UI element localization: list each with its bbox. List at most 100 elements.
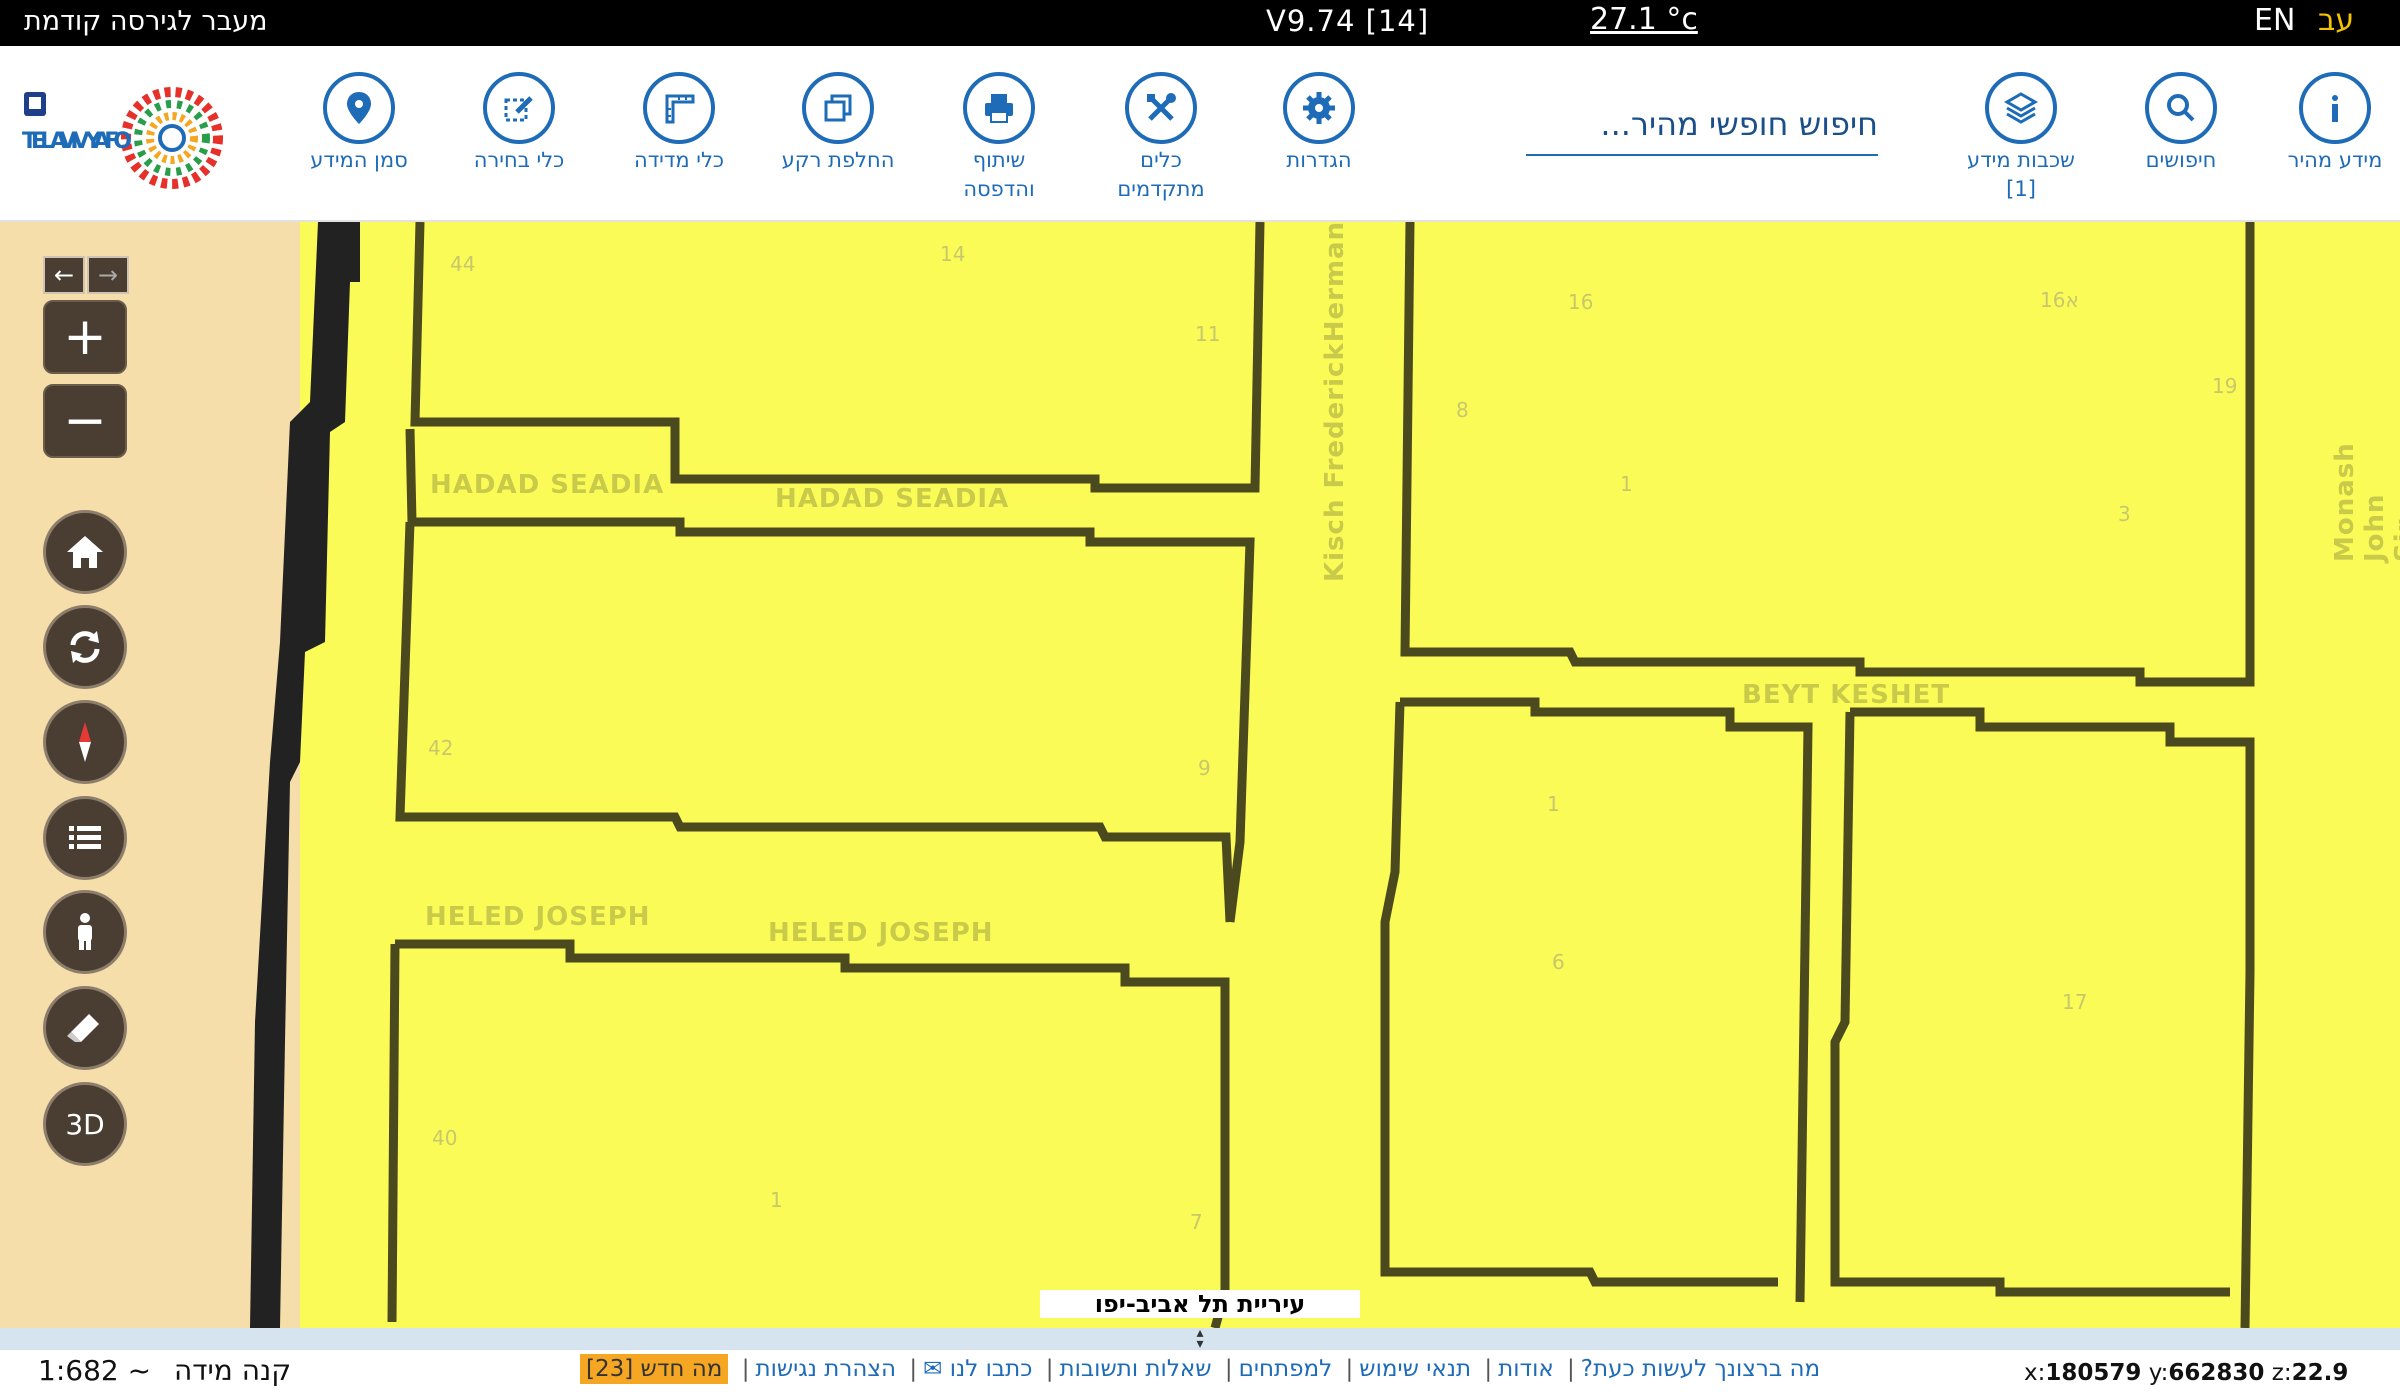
street-label: HADAD SEADIA [430, 470, 665, 500]
street-label: BEYT KESHET [1742, 680, 1951, 710]
quick-info-button[interactable]: מידע מהיר [2260, 72, 2400, 175]
ruler-icon [643, 72, 715, 144]
info-marker-button[interactable]: סמן המידע [284, 72, 434, 175]
coordinates-readout: x:180579 y:662830 z:22.9 [2024, 1360, 2348, 1386]
refresh-button[interactable] [43, 605, 127, 689]
printer-icon [963, 72, 1035, 144]
select-edit-icon [483, 72, 555, 144]
z-label: z: [2271, 1360, 2292, 1386]
selection-tools-button[interactable]: כלי בחירה [444, 72, 594, 175]
street-label: HELED JOSEPH [425, 902, 651, 932]
legend-button[interactable] [43, 796, 127, 880]
temperature-link[interactable]: 27.1 °c [1590, 2, 1698, 37]
parcel-number: 19 [2212, 374, 2238, 398]
refresh-icon [70, 631, 100, 663]
home-icon [67, 536, 103, 568]
city-label: עיריית תל אביב-יפו [1040, 1290, 1360, 1318]
quick-search[interactable] [1526, 96, 1878, 156]
quick-search-input[interactable] [1526, 96, 1878, 152]
parcel-number: 6 [1552, 950, 1565, 974]
language-english[interactable]: EN [2254, 3, 2295, 38]
parcel-number: 42 [428, 736, 454, 760]
developers-link[interactable]: למפתחים [1239, 1356, 1333, 1382]
parcel-number: 9 [1198, 756, 1211, 780]
map-canvas[interactable]: HADAD SEADIA HADAD SEADIA HELED JOSEPH H… [0, 222, 2400, 1328]
zoom-out-button[interactable]: − [43, 384, 127, 458]
about-link[interactable]: אודות [1498, 1356, 1554, 1382]
municipality-emblem-icon [24, 92, 46, 116]
street-label: Monash John Sir [2330, 442, 2400, 562]
parcel-number: 44 [450, 252, 476, 276]
footer-resize-strip[interactable]: ▴ ▾ [0, 1326, 2400, 1351]
forward-arrow-icon[interactable]: → [87, 256, 129, 294]
parcel-number: 16 [1568, 290, 1594, 314]
svg-text:TEL AVIV YAFO: TEL AVIV YAFO [22, 129, 132, 154]
advanced-tools-button[interactable]: כלים מתקדמים [1086, 72, 1236, 204]
history-arrows: ← → [43, 256, 131, 296]
person-icon [78, 913, 92, 950]
contact-link[interactable]: כתבו לנו ✉ [923, 1356, 1032, 1382]
share-print-button[interactable]: שיתוף והדפסה [924, 72, 1074, 204]
parcel-number: 1 [770, 1188, 783, 1212]
version-label: V9.74 [14] [1266, 4, 1430, 38]
tools-icon [1125, 72, 1197, 144]
z-level: 22.9 [2291, 1360, 2349, 1386]
layers-icon [1985, 72, 2057, 144]
faq-link[interactable]: שאלות ותשובות [1060, 1356, 1212, 1382]
search-icon [2145, 72, 2217, 144]
street-label: HADAD SEADIA [775, 484, 1010, 514]
layers-button[interactable]: שכבות מידע [1] [1946, 72, 2096, 204]
3d-label: 3D [65, 1107, 105, 1141]
3d-button[interactable]: 3D [43, 1082, 127, 1166]
terms-link[interactable]: תנאי שימוש [1359, 1356, 1471, 1382]
list-icon [69, 826, 101, 849]
parcel-number: 11 [1195, 322, 1221, 346]
parcel-number: 1 [1547, 792, 1560, 816]
street-label: Kisch FrederickHerman [1320, 222, 1350, 582]
parcel-number: 7 [1190, 1210, 1203, 1234]
eraser-icon [67, 1014, 99, 1042]
street-label: HELED JOSEPH [768, 918, 994, 948]
parcel-number: 17 [2062, 990, 2088, 1014]
scale-value: 1:682 ~ [38, 1354, 152, 1387]
measure-tools-button[interactable]: כלי מדידה [604, 72, 754, 175]
footer-bar: 1:682 ~ קנה מידה מה ברצונך לעשות כעת?| א… [0, 1350, 2400, 1392]
parcel-number: 14 [940, 242, 966, 266]
tel-aviv-logo[interactable]: TEL AVIV YAFO [22, 78, 252, 208]
map-pin-icon [323, 72, 395, 144]
searches-button[interactable]: חיפושים [2106, 72, 2256, 175]
zoom-in-button[interactable]: + [43, 300, 127, 374]
y-coordinate: 662830 [2168, 1360, 2265, 1386]
logo-burst-icon [121, 87, 223, 189]
scale-label: קנה מידה [173, 1354, 292, 1387]
info-icon [2299, 72, 2371, 144]
parcel-number: 40 [432, 1126, 458, 1150]
previous-version-link[interactable]: מעבר לגירסה קודמת [24, 6, 268, 37]
accessibility-link[interactable]: הצהרת נגישות [755, 1356, 896, 1382]
basemap-button[interactable]: החלפת רקע [763, 72, 913, 175]
x-coordinate: 180579 [2045, 1360, 2142, 1386]
drag-handle-icon[interactable]: ▴ ▾ [1190, 1326, 1210, 1351]
scale-indicator: 1:682 ~ קנה מידה [38, 1354, 291, 1387]
basemap-icon [802, 72, 874, 144]
parcel-number: 16א [2040, 288, 2079, 312]
gear-icon [1283, 72, 1355, 144]
home-button[interactable] [43, 510, 127, 594]
main-toolbar: TEL AVIV YAFO מידע מהיר חיפושים שכבות מי… [0, 46, 2400, 222]
x-label: x: [2024, 1360, 2046, 1386]
back-arrow-icon[interactable]: ← [43, 256, 85, 294]
settings-button[interactable]: הגדרות [1244, 72, 1394, 175]
what-now-link[interactable]: מה ברצונך לעשות כעת? [1581, 1356, 1820, 1382]
footer-links: מה ברצונך לעשות כעת?| אודות| תנאי שימוש|… [580, 1354, 1820, 1384]
language-hebrew[interactable]: עב [2318, 3, 2354, 38]
top-bar: מעבר לגירסה קודמת V9.74 [14] 27.1 °c EN … [0, 0, 2400, 46]
whats-new-badge[interactable]: מה חדש [23] [580, 1354, 729, 1384]
parcel-number: 1 [1620, 472, 1633, 496]
y-label: y: [2148, 1360, 2169, 1386]
eraser-button[interactable] [43, 986, 127, 1070]
parcel-number: 8 [1456, 398, 1469, 422]
parcel-number: 3 [2118, 502, 2131, 526]
street-view-button[interactable] [43, 890, 127, 974]
compass-button[interactable] [43, 700, 127, 784]
compass-icon [79, 722, 91, 762]
